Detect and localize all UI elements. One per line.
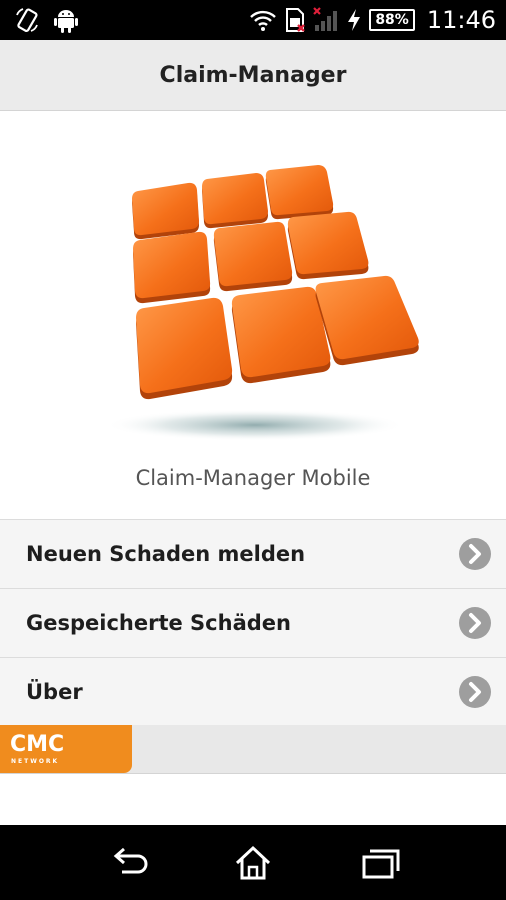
menu-item-new-claim[interactable]: Neuen Schaden melden	[0, 519, 506, 588]
screen-rotation-icon	[14, 7, 40, 33]
menu-item-label: Über	[26, 680, 83, 704]
system-nav-bar	[0, 825, 506, 900]
android-icon	[54, 7, 78, 33]
menu-item-label: Gespeicherte Schäden	[26, 611, 291, 635]
app-caption: Claim-Manager Mobile	[135, 466, 371, 490]
app-screen: 88% 11:46 Claim-Manager Claim-Manager Mo…	[0, 0, 506, 900]
menu-item-saved-claims[interactable]: Gespeicherte Schäden	[0, 588, 506, 657]
status-clock: 11:46	[426, 6, 496, 34]
chevron-right-icon	[459, 607, 491, 639]
app-logo	[0, 111, 506, 456]
cmc-network-logo: CMC NETWORK	[0, 725, 132, 773]
signal-icon	[313, 7, 339, 33]
page-title: Claim-Manager	[159, 62, 347, 88]
chevron-right-icon	[459, 538, 491, 570]
back-icon[interactable]	[106, 843, 150, 883]
status-bar: 88% 11:46	[0, 0, 506, 40]
logo-tiles	[132, 165, 419, 400]
menu-item-about[interactable]: Über	[0, 657, 506, 726]
chevron-right-icon	[459, 676, 491, 708]
action-bar: Claim-Manager	[0, 40, 506, 111]
wifi-icon	[249, 8, 277, 32]
charging-icon	[347, 8, 361, 32]
brand-logo-text: CMC	[10, 732, 65, 757]
battery-icon: 88%	[369, 9, 415, 31]
main-menu: Neuen Schaden melden Gespeicherte Schäde…	[0, 519, 506, 726]
footer-strip: CMC NETWORK	[0, 725, 506, 774]
home-icon[interactable]	[231, 843, 275, 883]
brand-logo-subtext: NETWORK	[11, 758, 60, 765]
menu-item-label: Neuen Schaden melden	[26, 542, 306, 566]
sim-card-icon	[285, 7, 306, 33]
recent-apps-icon[interactable]	[358, 843, 402, 883]
